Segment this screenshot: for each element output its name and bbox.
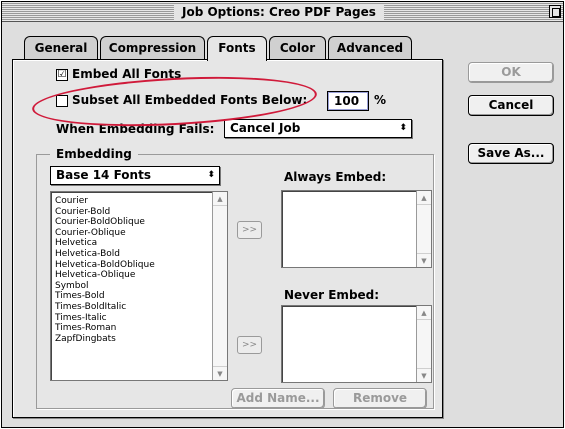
font-list-item[interactable]: ZapfDingbats — [55, 334, 116, 344]
scroll-up-arrow-icon[interactable]: ▲ — [417, 306, 431, 320]
scroll-down-arrow-icon[interactable]: ▼ — [417, 253, 431, 267]
tab-fonts[interactable]: Fonts — [207, 36, 267, 61]
add-name-button[interactable]: Add Name... — [231, 388, 325, 409]
embed-all-fonts-label: Embed All Fonts — [72, 67, 182, 81]
popup-arrows-icon: ⬍ — [207, 170, 215, 180]
font-list-item[interactable]: Times-Italic — [55, 313, 107, 323]
font-list-item[interactable]: Symbol — [55, 281, 89, 291]
subset-fonts-label: Subset All Embedded Fonts Below: — [72, 93, 308, 107]
available-fonts-list[interactable]: Courier Courier-Bold Courier-BoldOblique Co… — [50, 191, 228, 381]
never-embed-list[interactable]: ▲ ▼ — [281, 305, 432, 383]
font-list-item[interactable]: Helvetica-Bold — [55, 249, 120, 259]
tab-color[interactable]: Color — [269, 36, 326, 60]
font-list-item[interactable]: Courier-Oblique — [55, 228, 126, 238]
add-to-never-embed-button[interactable]: >> — [237, 336, 262, 354]
popup-arrows-icon: ⬍ — [399, 123, 407, 133]
when-embedding-fails-label: When Embedding Fails: — [56, 122, 215, 136]
font-list-item[interactable]: Helvetica — [55, 238, 97, 248]
font-source-value: Base 14 Fonts — [56, 168, 151, 182]
remove-button[interactable]: Remove — [333, 388, 427, 409]
cancel-button[interactable]: Cancel — [468, 95, 554, 116]
job-options-dialog: Job Options: Creo PDF Pages General Comp… — [1, 1, 564, 428]
ok-button[interactable]: OK — [468, 62, 554, 83]
save-as-button[interactable]: Save As... — [468, 143, 554, 164]
window-title: Job Options: Creo PDF Pages — [174, 4, 384, 20]
font-list-item[interactable]: Courier-Bold — [55, 207, 110, 217]
font-list-item[interactable]: Helvetica-Oblique — [55, 270, 135, 280]
title-bar[interactable]: Job Options: Creo PDF Pages — [2, 2, 563, 22]
always-embed-label: Always Embed: — [284, 170, 387, 184]
font-list-item[interactable]: Times-BoldItalic — [55, 302, 126, 312]
embedding-group-label: Embedding — [50, 147, 138, 161]
font-list-item[interactable]: Times-Bold — [55, 291, 105, 301]
subset-threshold-input[interactable]: 100 — [327, 91, 369, 111]
embed-all-fonts-checkbox[interactable]: ☑ — [56, 69, 68, 81]
scroll-up-arrow-icon[interactable]: ▲ — [213, 192, 227, 206]
add-to-always-embed-button[interactable]: >> — [237, 221, 262, 239]
always-embed-scrollbar[interactable]: ▲ ▼ — [416, 191, 431, 267]
zoom-box-icon[interactable] — [549, 5, 561, 18]
tab-compression[interactable]: Compression — [100, 36, 205, 60]
when-embedding-fails-value: Cancel Job — [230, 121, 301, 135]
subset-fonts-checkbox[interactable] — [56, 95, 68, 107]
scroll-up-arrow-icon[interactable]: ▲ — [417, 191, 431, 205]
tab-general[interactable]: General — [24, 36, 98, 60]
font-source-popup[interactable]: Base 14 Fonts ⬍ — [50, 166, 220, 185]
percent-unit-label: % — [374, 93, 387, 107]
scroll-down-arrow-icon[interactable]: ▼ — [417, 368, 431, 382]
when-embedding-fails-popup[interactable]: Cancel Job ⬍ — [224, 119, 412, 138]
font-list-item[interactable]: Helvetica-BoldOblique — [55, 260, 155, 270]
font-list-item[interactable]: Courier-BoldOblique — [55, 217, 145, 227]
font-list-item[interactable]: Courier — [55, 196, 88, 206]
scroll-down-arrow-icon[interactable]: ▼ — [213, 366, 227, 380]
font-list-scrollbar[interactable]: ▲ ▼ — [212, 192, 227, 380]
never-embed-scrollbar[interactable]: ▲ ▼ — [416, 306, 431, 382]
always-embed-list[interactable]: ▲ ▼ — [281, 190, 432, 268]
font-list-item[interactable]: Times-Roman — [55, 323, 116, 333]
never-embed-label: Never Embed: — [284, 288, 380, 302]
tab-advanced[interactable]: Advanced — [328, 36, 412, 60]
